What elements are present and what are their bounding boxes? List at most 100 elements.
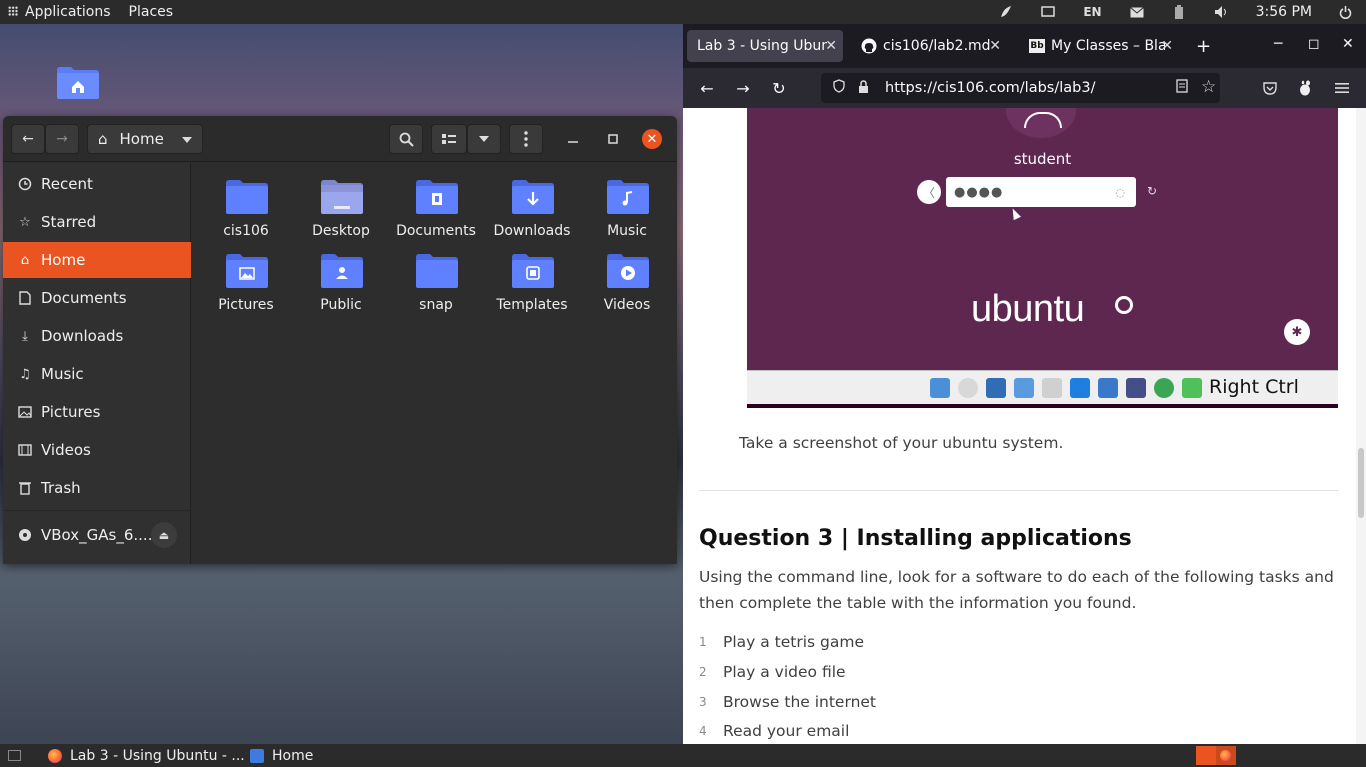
browser-maximize-button[interactable]: ◻ <box>1308 36 1320 52</box>
tab-blackboard[interactable]: Bb My Classes – Black ✕ <box>1019 30 1179 62</box>
mail-icon[interactable] <box>1129 5 1144 19</box>
page-scrollbar[interactable] <box>1356 108 1366 744</box>
path-bar-home[interactable]: ⌂ Home <box>87 124 203 154</box>
reader-view-icon[interactable] <box>1176 79 1188 97</box>
vbox-hdd-icon <box>930 378 950 398</box>
eye-slash-icon: ◌ <box>1115 185 1126 199</box>
workspace-1[interactable] <box>1196 746 1216 765</box>
sidebar-item-vbox-drive[interactable]: VBox_GAs_6.... ⏏ <box>3 517 191 553</box>
disc-icon <box>17 527 33 543</box>
search-button[interactable] <box>389 124 423 154</box>
vm-username: student <box>1013 150 1072 168</box>
vbox-capture-icon <box>1098 378 1118 398</box>
desktop-home-folder-icon[interactable] <box>55 66 101 100</box>
list-text: Browse the internet <box>723 693 877 711</box>
tab-github[interactable]: cis106/lab2.md at ✕ <box>851 30 1007 62</box>
maximize-button[interactable] <box>603 129 623 149</box>
sidebar-item-music[interactable]: ♫ Music <box>3 356 191 392</box>
chevron-down-icon <box>182 137 192 143</box>
update-icon[interactable] <box>999 5 1013 19</box>
tpl-folder-icon <box>512 254 554 288</box>
applications-menu[interactable]: Applications <box>8 4 111 20</box>
sidebar-item-videos[interactable]: Videos <box>3 432 191 468</box>
file-label: Videos <box>603 297 651 313</box>
forward-button[interactable]: → <box>733 78 753 98</box>
file-item-desktop[interactable]: Desktop <box>295 169 387 241</box>
view-mode-button[interactable] <box>431 124 467 154</box>
file-item-videos[interactable]: Videos <box>581 243 673 315</box>
places-menu[interactable]: Places <box>129 4 174 20</box>
pic-folder-icon <box>226 254 268 288</box>
sidebar-item-label: Trash <box>41 479 81 497</box>
vbox-usb-icon <box>1014 378 1034 398</box>
address-bar[interactable]: https://cis106.com/labs/lab3/ ☆ <box>821 73 1220 103</box>
reload-icon: ↻ <box>772 78 786 98</box>
file-item-templates[interactable]: Templates <box>486 243 578 315</box>
battery-icon[interactable] <box>1172 5 1186 19</box>
sidebar-item-trash[interactable]: Trash <box>3 470 191 506</box>
taskbar-item-firefox[interactable]: Lab 3 - Using Ubuntu - ... <box>48 744 245 767</box>
sidebar-item-starred[interactable]: ☆ Starred <box>3 204 191 240</box>
close-button[interactable]: ✕ <box>642 129 662 149</box>
browser-close-button[interactable]: ✕ <box>1342 36 1354 52</box>
file-item-downloads[interactable]: Downloads <box>486 169 578 241</box>
back-button[interactable]: ← <box>697 78 717 98</box>
taskbar-item-home[interactable]: Home <box>250 744 313 767</box>
reload-button[interactable]: ↻ <box>769 78 789 98</box>
file-item-cis106[interactable]: cis106 <box>200 169 292 241</box>
hamburger-icon <box>1335 83 1349 93</box>
sidebar-item-home[interactable]: ⌂ Home <box>3 242 191 278</box>
menu-button[interactable] <box>509 124 543 154</box>
file-item-pictures[interactable]: Pictures <box>200 243 292 315</box>
sidebar-item-recent[interactable]: Recent <box>3 166 191 202</box>
places-sidebar: Recent ☆ Starred ⌂ Home Documents ⤓ Down… <box>3 163 191 564</box>
hamburger-menu-button[interactable] <box>1332 78 1352 98</box>
chevron-down-icon <box>479 136 489 142</box>
pocket-button[interactable] <box>1260 78 1280 98</box>
extension-button[interactable] <box>1295 78 1315 98</box>
tab-lab3[interactable]: Lab 3 - Using Ubuntu ✕ <box>687 30 843 62</box>
file-item-snap[interactable]: snap <box>390 243 482 315</box>
minimize-button[interactable] <box>563 129 583 149</box>
desktop-folder-icon <box>321 180 363 214</box>
screen-icon[interactable] <box>1041 5 1056 19</box>
firefox-window: Lab 3 - Using Ubuntu ✕ cis106/lab2.md at… <box>683 24 1366 744</box>
workspace-2[interactable] <box>1216 746 1236 765</box>
clock-icon <box>17 176 33 192</box>
close-tab-icon[interactable]: ✕ <box>825 38 837 54</box>
bookmark-star-icon[interactable]: ☆ <box>1201 77 1216 97</box>
file-grid: cis106 Desktop Documents Downloads Music Pict… <box>192 163 677 564</box>
vbox-network-icon <box>986 378 1006 398</box>
forward-button[interactable]: → <box>45 124 79 154</box>
sidebar-item-label: Music <box>41 365 84 383</box>
close-tab-icon[interactable]: ✕ <box>989 38 1001 54</box>
apps-grid-icon <box>8 6 18 16</box>
back-button[interactable]: ← <box>11 124 45 154</box>
keyboard-layout[interactable]: EN <box>1083 5 1101 19</box>
new-tab-button[interactable]: + <box>1196 36 1211 57</box>
arrow-right-icon: → <box>736 78 750 98</box>
file-item-documents[interactable]: Documents <box>390 169 482 241</box>
folder-icon <box>226 180 268 214</box>
close-tab-icon[interactable]: ✕ <box>1161 38 1173 54</box>
vbox-optical-icon <box>958 378 978 398</box>
volume-icon[interactable] <box>1214 5 1228 19</box>
ubuntu-logo-text: ubuntu <box>971 288 1085 330</box>
power-icon[interactable] <box>1338 5 1352 19</box>
clock[interactable]: 3:56 PM <box>1256 4 1312 20</box>
sidebar-item-label: Videos <box>41 441 91 459</box>
show-desktop-icon[interactable] <box>8 750 21 761</box>
file-item-public[interactable]: Public <box>295 243 387 315</box>
view-options-button[interactable] <box>467 124 501 154</box>
scrollbar-thumb[interactable] <box>1358 448 1364 518</box>
arrow-left-icon: ← <box>22 131 34 147</box>
sidebar-item-label: Starred <box>41 213 97 231</box>
host-key-label: Right Ctrl <box>1209 376 1299 398</box>
close-icon: ✕ <box>646 131 658 147</box>
browser-minimize-button[interactable]: ─ <box>1274 36 1282 52</box>
file-item-music[interactable]: Music <box>581 169 673 241</box>
sidebar-item-documents[interactable]: Documents <box>3 280 191 316</box>
sidebar-item-pictures[interactable]: Pictures <box>3 394 191 430</box>
sidebar-item-downloads[interactable]: ⤓ Downloads <box>3 318 191 354</box>
eject-icon[interactable]: ⏏ <box>151 522 177 548</box>
